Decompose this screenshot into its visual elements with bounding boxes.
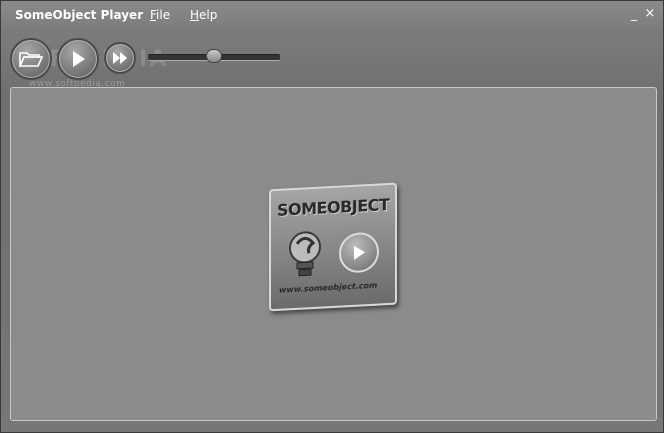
menu-file[interactable]: File [150, 8, 170, 22]
player-window: SomeObject Player File Help _ × SOFTPEDI… [0, 0, 664, 433]
volume-slider[interactable] [148, 49, 280, 63]
minimize-button[interactable]: _ [627, 7, 641, 21]
volume-slider-thumb[interactable] [206, 49, 222, 63]
menu-file-label: ile [156, 8, 171, 22]
menu-help[interactable]: Help [190, 8, 217, 22]
app-title: SomeObject Player [15, 8, 144, 22]
menu-help-accelerator: H [190, 8, 200, 22]
title-bar[interactable]: SomeObject Player File Help _ × [1, 1, 663, 31]
skip-forward-icon [113, 52, 127, 64]
someobject-logo: SOMEOBJECT www.someobject.com [269, 182, 397, 312]
play-icon [73, 51, 85, 67]
folder-open-icon [19, 52, 43, 67]
open-file-button[interactable] [10, 38, 52, 80]
close-button[interactable]: × [643, 7, 657, 21]
skip-forward-button[interactable] [104, 42, 136, 74]
play-button[interactable] [57, 38, 99, 80]
menu-help-label: elp [199, 8, 218, 22]
lightbulb-icon [289, 231, 321, 277]
